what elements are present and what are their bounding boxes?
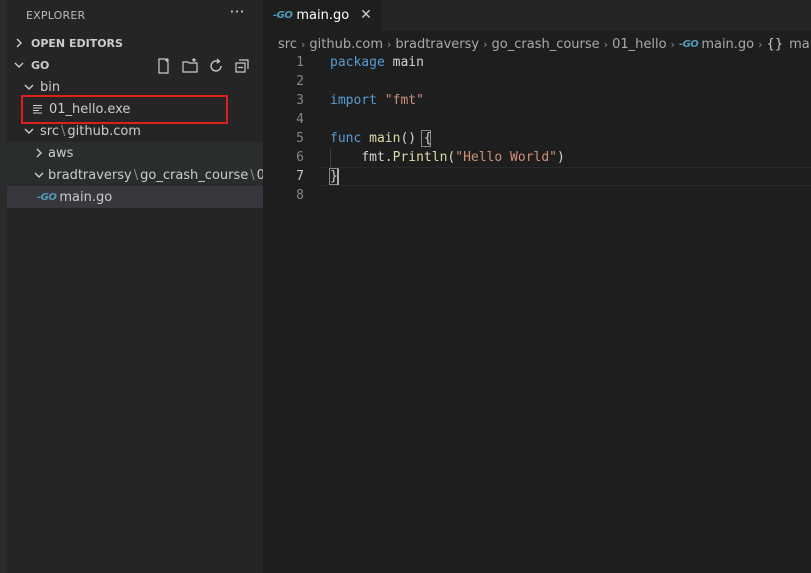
go-file-icon: -GO	[37, 191, 57, 203]
go-folder-label: GO	[31, 58, 50, 72]
editor-area: -GO main.go ✕ src › github.com › bradtra…	[263, 0, 811, 573]
breadcrumb-item[interactable]: go_crash_course	[492, 37, 600, 52]
tree-item-label: main.go	[59, 189, 113, 205]
tree-item-main-go[interactable]: -GO main.go	[7, 186, 263, 208]
keyword: func	[330, 131, 362, 146]
chevron-down-icon	[24, 84, 34, 90]
function-name: Println	[392, 150, 448, 165]
current-line-highlight	[318, 167, 811, 186]
tree-item-label: aws	[48, 145, 74, 161]
tab-main-go[interactable]: -GO main.go ✕	[263, 0, 381, 31]
line-number: 8	[296, 188, 304, 203]
chevron-right-icon	[16, 38, 22, 48]
tree-item-label: bin	[40, 79, 61, 95]
line-number: 3	[296, 93, 304, 108]
chevron-right-icon: ›	[603, 37, 609, 51]
activity-edge	[0, 0, 7, 573]
string-literal: "Hello World"	[455, 150, 557, 165]
tree-item-label: github.com	[67, 123, 141, 139]
text-cursor	[337, 169, 339, 185]
breadcrumb-item[interactable]: main.go	[701, 37, 754, 52]
tab-label: main.go	[296, 8, 350, 23]
breadcrumb-item[interactable]: main	[789, 37, 811, 52]
breadcrumb-item[interactable]: src	[278, 37, 297, 52]
string-literal: "fmt"	[384, 93, 424, 108]
explorer-sidebar: EXPLORER ··· OPEN EDITORS GO bin 01_hell…	[0, 0, 292, 573]
path-separator: \	[60, 123, 66, 139]
tree-item-label: go_crash_course	[140, 167, 249, 183]
punctuation: () {	[400, 131, 432, 146]
line-number: 7	[296, 169, 304, 184]
explorer-title: EXPLORER	[26, 9, 86, 22]
line-number: 4	[296, 112, 304, 127]
path-separator: \	[250, 167, 255, 183]
line-number: 6	[296, 150, 304, 165]
line-number: 5	[296, 131, 304, 146]
chevron-right-icon: ›	[386, 37, 392, 51]
identifier: main	[384, 55, 424, 70]
refresh-icon[interactable]	[207, 57, 225, 75]
chevron-right-icon: ›	[300, 37, 306, 51]
code-line-5: func main() {	[330, 129, 432, 148]
chevron-down-icon	[14, 62, 24, 68]
go-file-icon: -GO	[273, 10, 293, 21]
tab-bar: -GO main.go ✕	[263, 0, 811, 31]
chevron-down-icon	[34, 172, 44, 178]
open-editors-section[interactable]: OPEN EDITORS	[7, 32, 263, 54]
chevron-down-icon	[24, 128, 34, 134]
go-file-icon: -GO	[678, 38, 699, 50]
function-symbol-icon: {}	[766, 36, 784, 52]
chevron-right-icon: ›	[758, 37, 763, 51]
chevron-right-icon: ›	[670, 37, 675, 51]
tree-item-label: src	[40, 123, 59, 139]
code-line-3: import "fmt"	[330, 91, 424, 110]
breadcrumb-item[interactable]: github.com	[309, 37, 383, 52]
code-line-1: package main	[330, 53, 424, 72]
new-folder-icon[interactable]	[181, 57, 199, 75]
chevron-right-icon: ›	[483, 37, 488, 51]
more-actions-button[interactable]: ···	[228, 2, 246, 24]
vscode-window: EXPLORER ··· OPEN EDITORS GO bin 01_hell…	[0, 0, 811, 573]
package-identifier: fmt	[361, 150, 385, 165]
tree-item-nested-folder[interactable]: bradtraversy \ go_crash_course \ 01_...	[7, 164, 292, 186]
open-editors-label: OPEN EDITORS	[31, 36, 123, 50]
keyword: package	[330, 55, 385, 70]
line-number: 2	[296, 74, 304, 89]
new-file-icon[interactable]	[155, 57, 173, 75]
code-line-6: fmt.Println("Hello World")	[361, 150, 565, 165]
tree-item-aws[interactable]: aws	[7, 142, 263, 164]
chevron-right-icon	[36, 148, 42, 158]
tree-item-label: bradtraversy	[48, 167, 132, 183]
line-number: 1	[296, 55, 304, 70]
explorer-toolbar	[155, 57, 251, 77]
collapse-all-icon[interactable]	[233, 57, 251, 75]
annotation-highlight-box	[21, 95, 228, 124]
function-name: main	[369, 131, 401, 146]
breadcrumb-item[interactable]: 01_hello	[612, 37, 666, 52]
breadcrumb-item[interactable]: bradtraversy	[395, 37, 479, 52]
close-icon[interactable]: ✕	[358, 5, 374, 25]
keyword: import	[330, 93, 377, 108]
path-separator: \	[133, 167, 139, 183]
breadcrumb: src › github.com › bradtraversy › go_cra…	[278, 33, 811, 55]
